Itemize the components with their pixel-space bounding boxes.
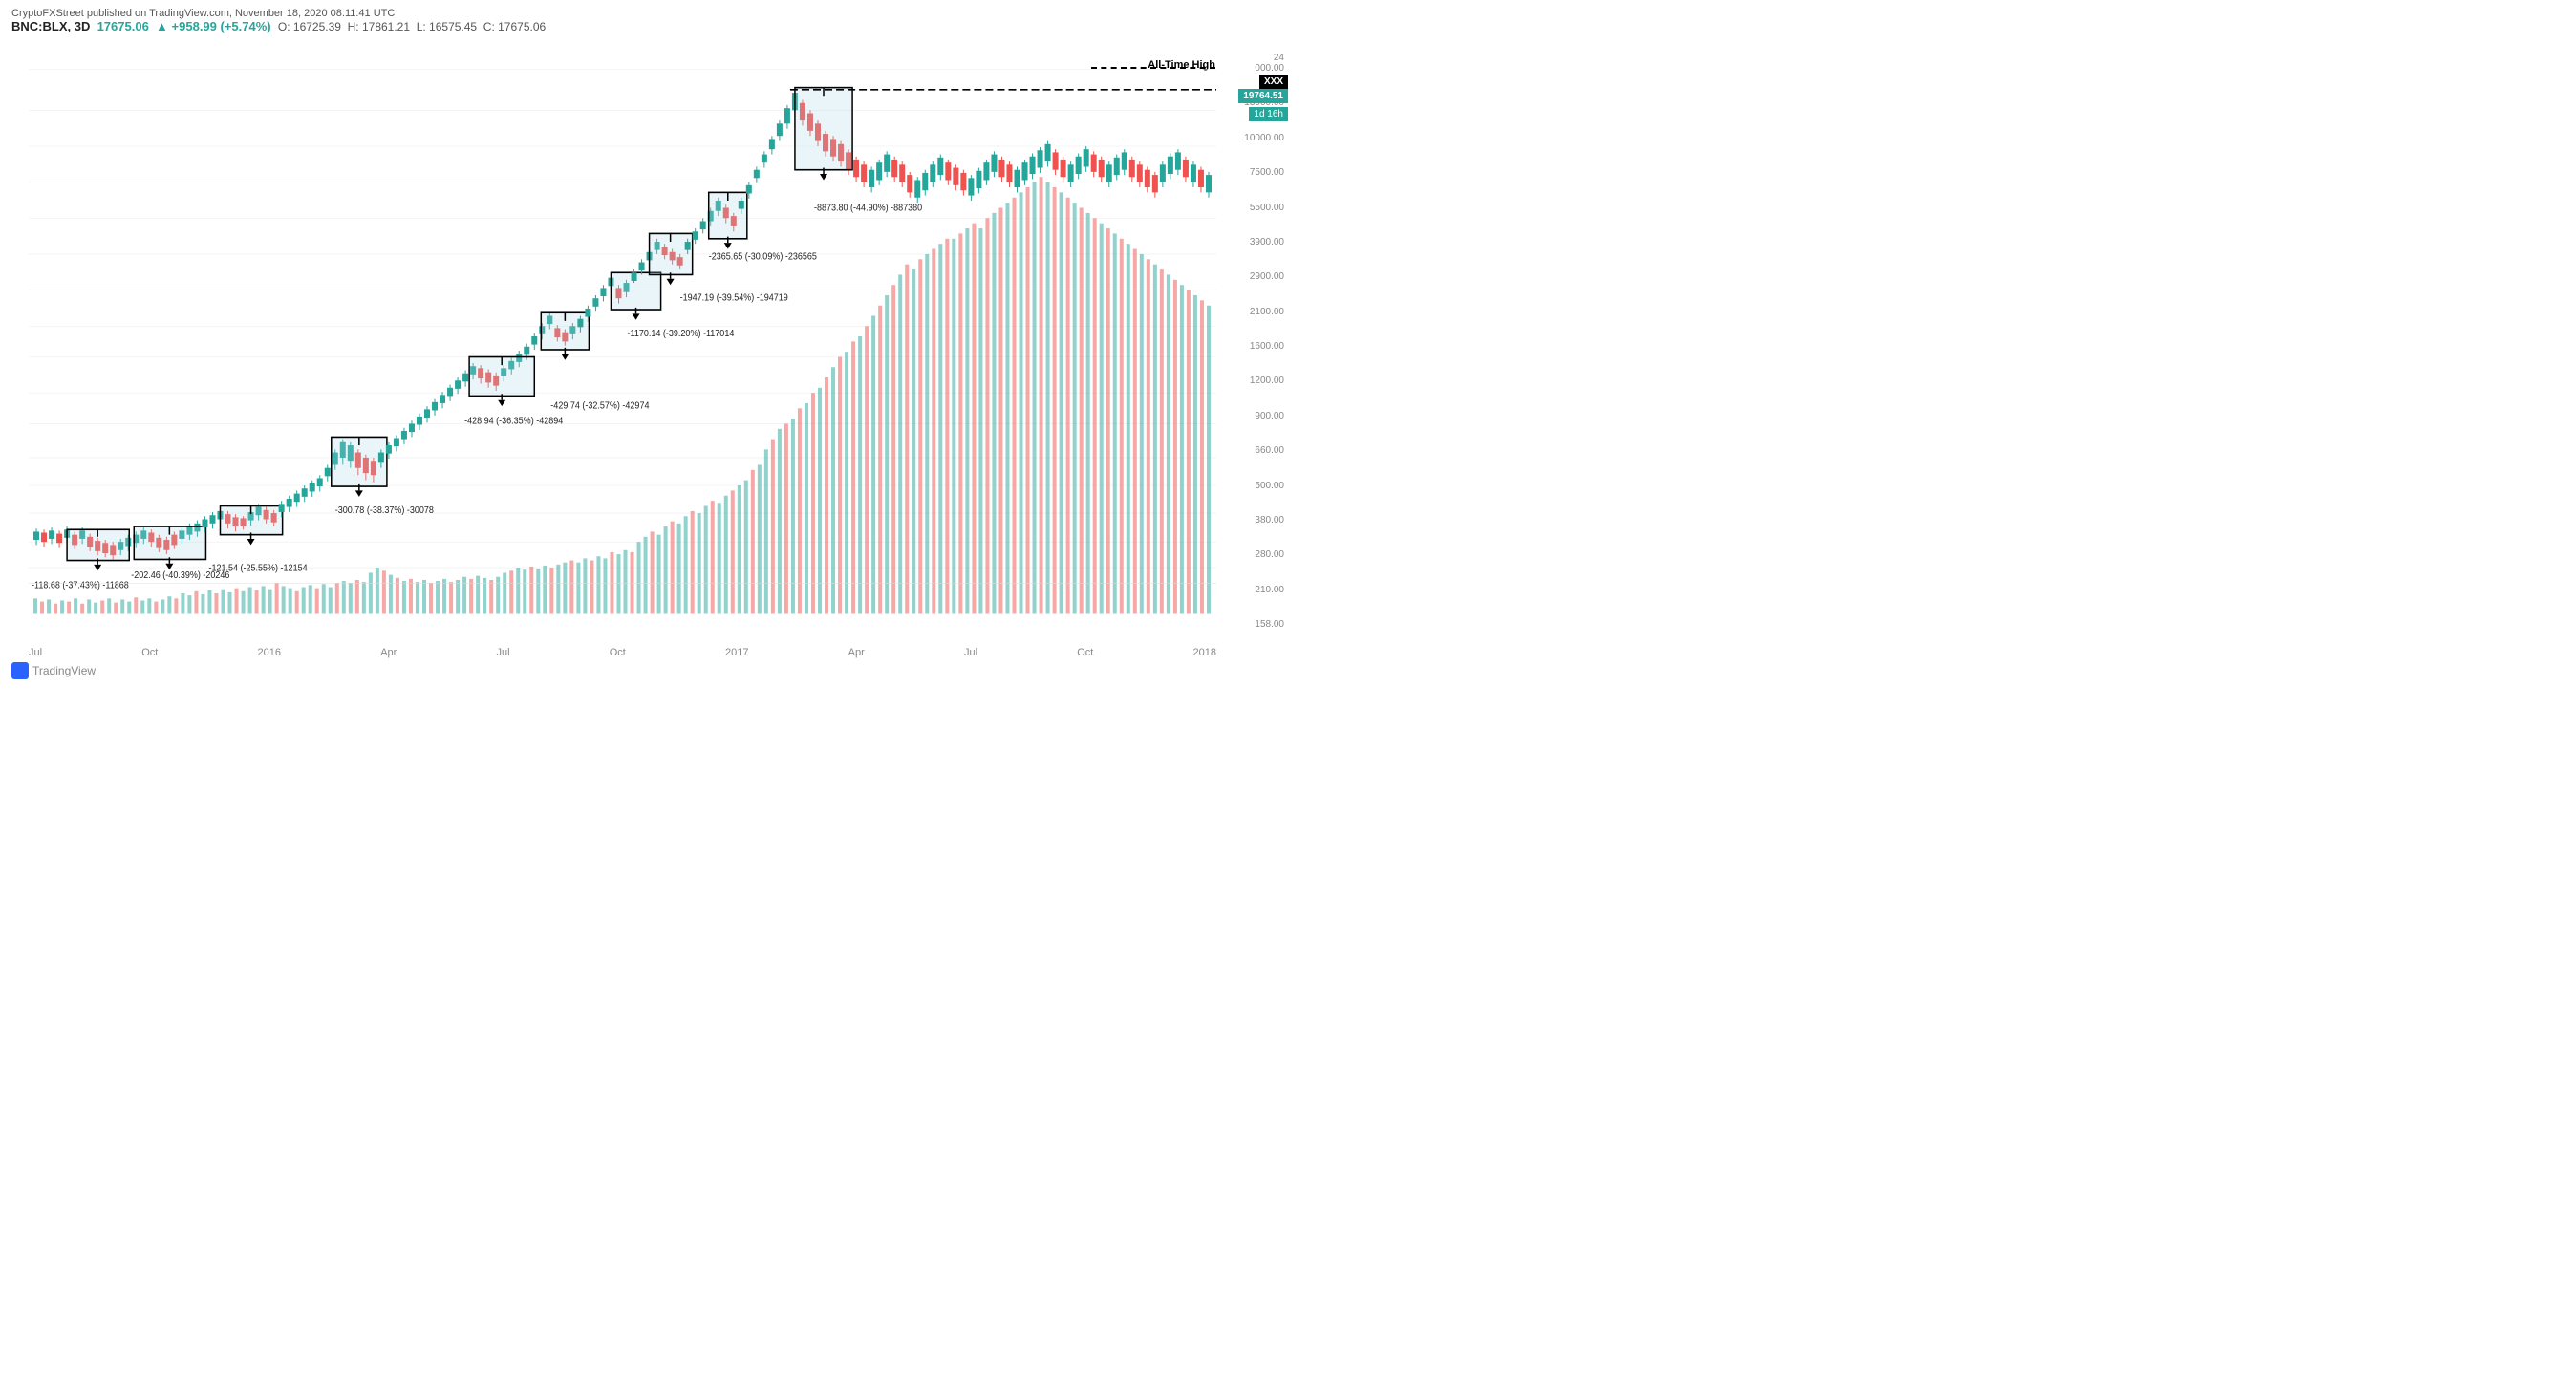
x-label-jul2: Jul (496, 647, 509, 658)
x-axis: Jul Oct 2016 Apr Jul Oct 2017 Apr Jul Oc… (29, 647, 1216, 658)
chart-container: CryptoFXStreet published on TradingView.… (0, 0, 1288, 687)
tradingview-logo: TradingView (11, 662, 96, 679)
x-label-2017: 2017 (725, 647, 748, 658)
annotation-5: -428.94 (-36.35%) -42894 (464, 416, 563, 425)
annotation-3: -121.54 (-25.55%) -12154 (208, 563, 307, 572)
box-10 (795, 88, 852, 170)
tradingview-label: TradingView (32, 664, 96, 677)
annotation-6: -429.74 (-32.57%) -42974 (550, 400, 649, 410)
x-label-oct3: Oct (1077, 647, 1093, 658)
symbol-price-line: BNC:BLX, 3D 17675.06 ▲ +958.99 (+5.74%) … (11, 19, 546, 33)
chart-svg: -118.68 (-37.43%) -11868 -202.46 (-40.39… (29, 38, 1216, 634)
tv-logo-icon (11, 662, 29, 679)
annotation-1: -118.68 (-37.43%) -11868 (32, 580, 129, 590)
annotation-4: -300.78 (-38.37%) -30078 (335, 505, 434, 515)
timeframe-badge: 1d 16h (1249, 107, 1288, 121)
annotation-10: -8873.80 (-44.90%) -887380 (814, 203, 922, 212)
x-label-jul3: Jul (964, 647, 977, 658)
annotation-7: -1170.14 (-39.20%) -117014 (628, 329, 735, 338)
candles-oct-2016-2017 (378, 363, 476, 468)
x-label-2016: 2016 (258, 647, 281, 658)
x-label-jul: Jul (29, 647, 42, 658)
x-label-apr2: Apr (848, 647, 865, 658)
chart-area: -118.68 (-37.43%) -11868 -202.46 (-40.39… (29, 38, 1216, 634)
price-change: ▲ +958.99 (+5.74%) (156, 19, 271, 33)
x-label-apr: Apr (380, 647, 397, 658)
ohlc-values: O: 16725.39 H: 17861.21 L: 16575.45 C: 1… (278, 20, 546, 33)
annotation-9: -2365.65 (-30.09%) -236565 (709, 251, 817, 261)
ath-price-badge: 19764.51 (1238, 89, 1288, 103)
symbol-label: BNC:BLX, 3D (11, 19, 90, 33)
candles-apr-2016 (279, 475, 323, 517)
x-label-oct2: Oct (610, 647, 626, 658)
x-label-oct: Oct (141, 647, 158, 658)
annotation-8: -1947.19 (-39.54%) -194719 (680, 292, 788, 302)
current-price: 17675.06 (97, 19, 149, 33)
ath-xxx-badge: XXX (1259, 75, 1288, 89)
x-label-2018: 2018 (1193, 647, 1216, 658)
attribution-text: CryptoFXStreet published on TradingView.… (11, 8, 546, 19)
chart-header: CryptoFXStreet published on TradingView.… (11, 8, 546, 33)
